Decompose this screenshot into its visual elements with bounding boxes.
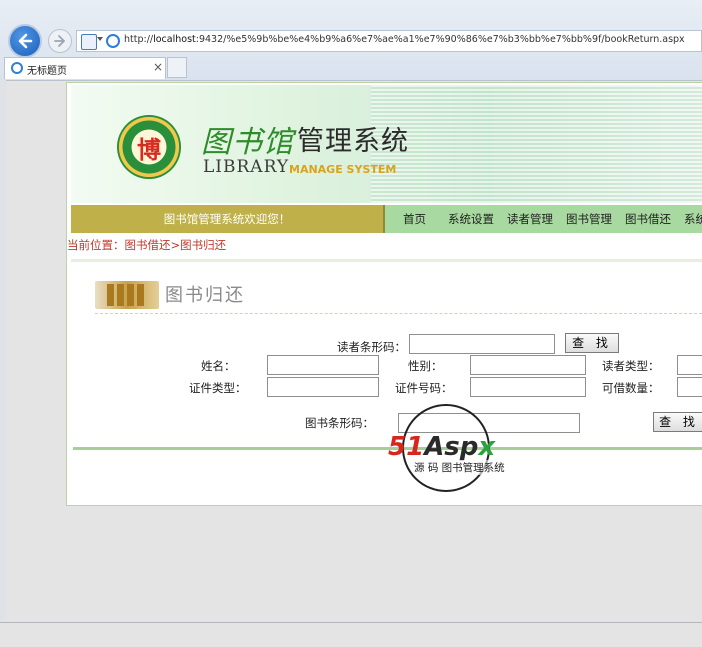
book-search-button[interactable]: 查 找 <box>653 412 702 432</box>
logo-english-manage-system: MANAGE SYSTEM <box>289 163 397 176</box>
tab-close-icon[interactable]: × <box>153 60 163 74</box>
page-content: 博 图书馆 管理系统 LIBRARY MANAGE SYSTEM 图书馆管理系统… <box>66 82 702 506</box>
nav-item-system[interactable]: 系统 <box>684 205 702 233</box>
section-title: 图书归还 <box>165 285 245 306</box>
reader-barcode-label: 读者条形码： <box>337 340 406 354</box>
logo-title: 管理系统 <box>297 126 409 157</box>
gender-label: 性别： <box>408 359 443 373</box>
page-favicon-icon <box>106 34 120 48</box>
main-nav: 图书馆管理系统欢迎您！ 首页 系统设置 读者管理 图书管理 图书借还 系统 <box>71 205 702 233</box>
nav-item-borrow-return[interactable]: 图书借还 <box>625 205 671 233</box>
section-divider <box>95 313 702 315</box>
id-type-label: 证件类型： <box>189 381 247 395</box>
form-bottom-divider <box>73 447 702 450</box>
nav-links: 首页 系统设置 读者管理 图书管理 图书借还 系统 <box>387 205 702 233</box>
reader-barcode-input[interactable] <box>409 334 555 354</box>
books-icon <box>95 281 159 309</box>
borrow-limit-label: 可借数量： <box>602 381 660 395</box>
back-button[interactable] <box>8 24 42 58</box>
id-number-label: 证件号码： <box>395 381 453 395</box>
new-tab-button[interactable] <box>167 57 187 78</box>
id-number-field[interactable] <box>470 377 586 397</box>
chevron-down-icon[interactable] <box>97 37 103 41</box>
logo-english-library: LIBRARY <box>203 157 290 177</box>
id-type-field[interactable] <box>267 377 379 397</box>
address-bar[interactable]: http://localhost:9432/%e5%9b%be%e4%b9%a6… <box>76 30 702 52</box>
reader-type-field[interactable] <box>677 355 702 375</box>
breadcrumb-divider <box>71 259 702 262</box>
browser-chrome: http://localhost:9432/%e5%9b%be%e4%b9%a6… <box>0 0 702 80</box>
logo-title-art: 图书馆 <box>201 125 294 160</box>
book-barcode-input[interactable] <box>398 413 580 433</box>
tab-title: 无标题页 <box>27 66 67 77</box>
gender-field[interactable] <box>470 355 586 375</box>
book-barcode-label: 图书条形码： <box>305 416 374 430</box>
name-field[interactable] <box>267 355 379 375</box>
ie-favicon-icon <box>11 62 23 74</box>
banner: 博 图书馆 管理系统 LIBRARY MANAGE SYSTEM <box>71 85 702 203</box>
library-seal-icon: 博 <box>117 115 181 179</box>
seal-char: 博 <box>137 135 161 164</box>
nav-item-home[interactable]: 首页 <box>403 205 426 233</box>
reader-search-button[interactable]: 查 找 <box>565 333 619 353</box>
forward-arrow-icon <box>54 35 66 47</box>
nav-item-reader-management[interactable]: 读者管理 <box>507 205 553 233</box>
nav-item-book-management[interactable]: 图书管理 <box>566 205 612 233</box>
borrow-limit-field[interactable] <box>677 377 702 397</box>
nav-item-system-settings[interactable]: 系统设置 <box>448 205 494 233</box>
url-host: localhost <box>153 34 196 45</box>
status-bar <box>0 622 702 647</box>
breadcrumb: 当前位置：图书借还>图书归还 <box>67 238 227 252</box>
section-heading: 图书归还 <box>95 277 265 313</box>
shield-icon[interactable] <box>81 34 97 50</box>
reader-type-label: 读者类型： <box>602 359 660 373</box>
url-prefix: http:// <box>124 34 154 45</box>
tab-strip: 无标题页 × <box>0 56 702 80</box>
back-arrow-icon <box>18 33 33 49</box>
banner-decoration <box>371 85 702 203</box>
url-path: :9432/%e5%9b%be%e4%b9%a6%e7%ae%a1%e7%90%… <box>195 34 685 45</box>
browser-tab[interactable]: 无标题页 × <box>4 57 166 79</box>
name-label: 姓名： <box>201 359 236 373</box>
url-text[interactable]: http://localhost:9432/%e5%9b%be%e4%b9%a6… <box>124 34 685 45</box>
welcome-message: 图书馆管理系统欢迎您！ <box>71 205 385 233</box>
forward-button[interactable] <box>48 29 72 53</box>
